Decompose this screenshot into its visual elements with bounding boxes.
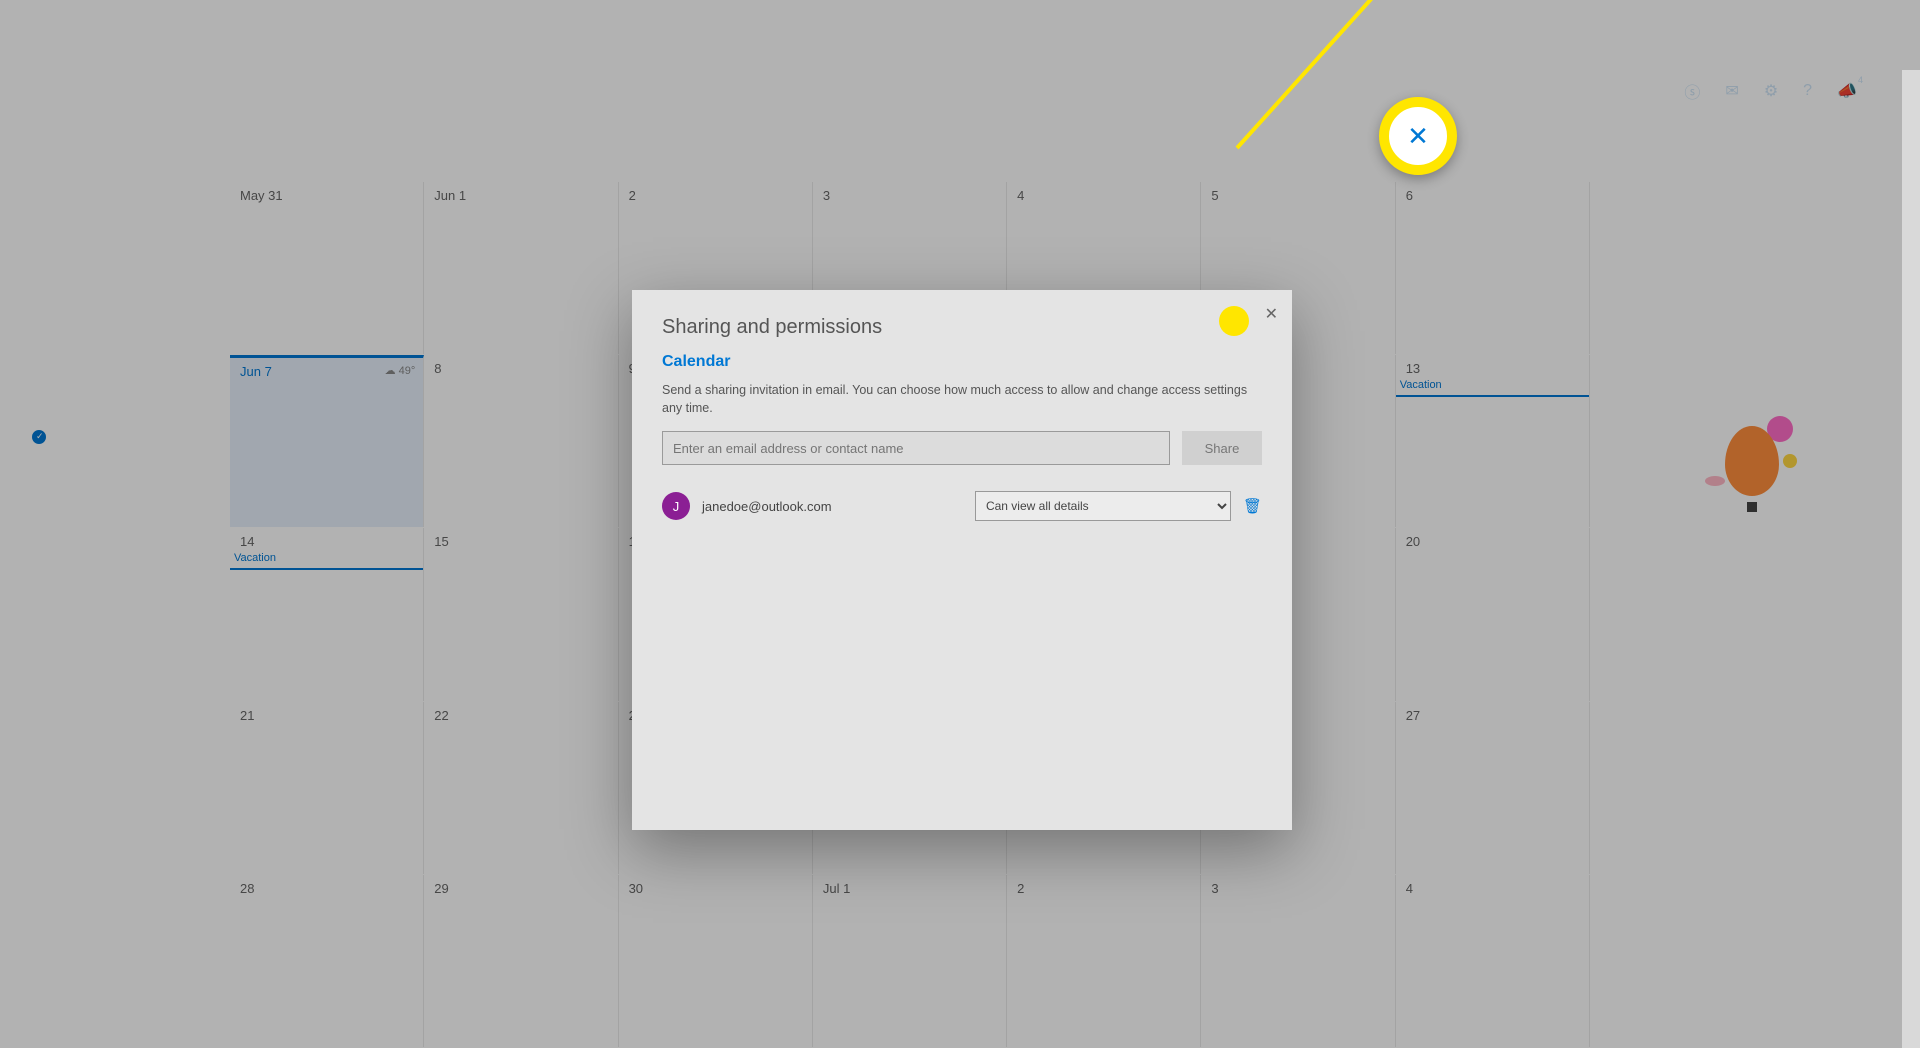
- share-confirm-button[interactable]: Share: [1182, 431, 1262, 465]
- modal-close-button[interactable]: ✕: [1265, 304, 1278, 324]
- share-entry-row: J janedoe@outlook.com Can view all detai…: [662, 491, 1262, 521]
- delete-icon[interactable]: 🗑: [1243, 497, 1262, 515]
- scrollbar[interactable]: [1902, 70, 1920, 1048]
- close-icon: ✕: [1407, 121, 1429, 152]
- share-entry-avatar: J: [662, 492, 690, 520]
- share-email-input[interactable]: [662, 431, 1170, 465]
- modal-title: Sharing and permissions: [662, 316, 1262, 339]
- share-entry-email: janedoe@outlook.com: [702, 499, 963, 514]
- modal-description: Send a sharing invitation in email. You …: [662, 381, 1262, 417]
- sharing-modal: ✕ Sharing and permissions Calendar Send …: [632, 290, 1292, 830]
- modal-subhead: Calendar: [662, 353, 1262, 371]
- permission-select[interactable]: Can view all details: [975, 491, 1231, 521]
- annotation-dot: [1219, 306, 1249, 336]
- annotation-circle: ✕: [1379, 97, 1457, 175]
